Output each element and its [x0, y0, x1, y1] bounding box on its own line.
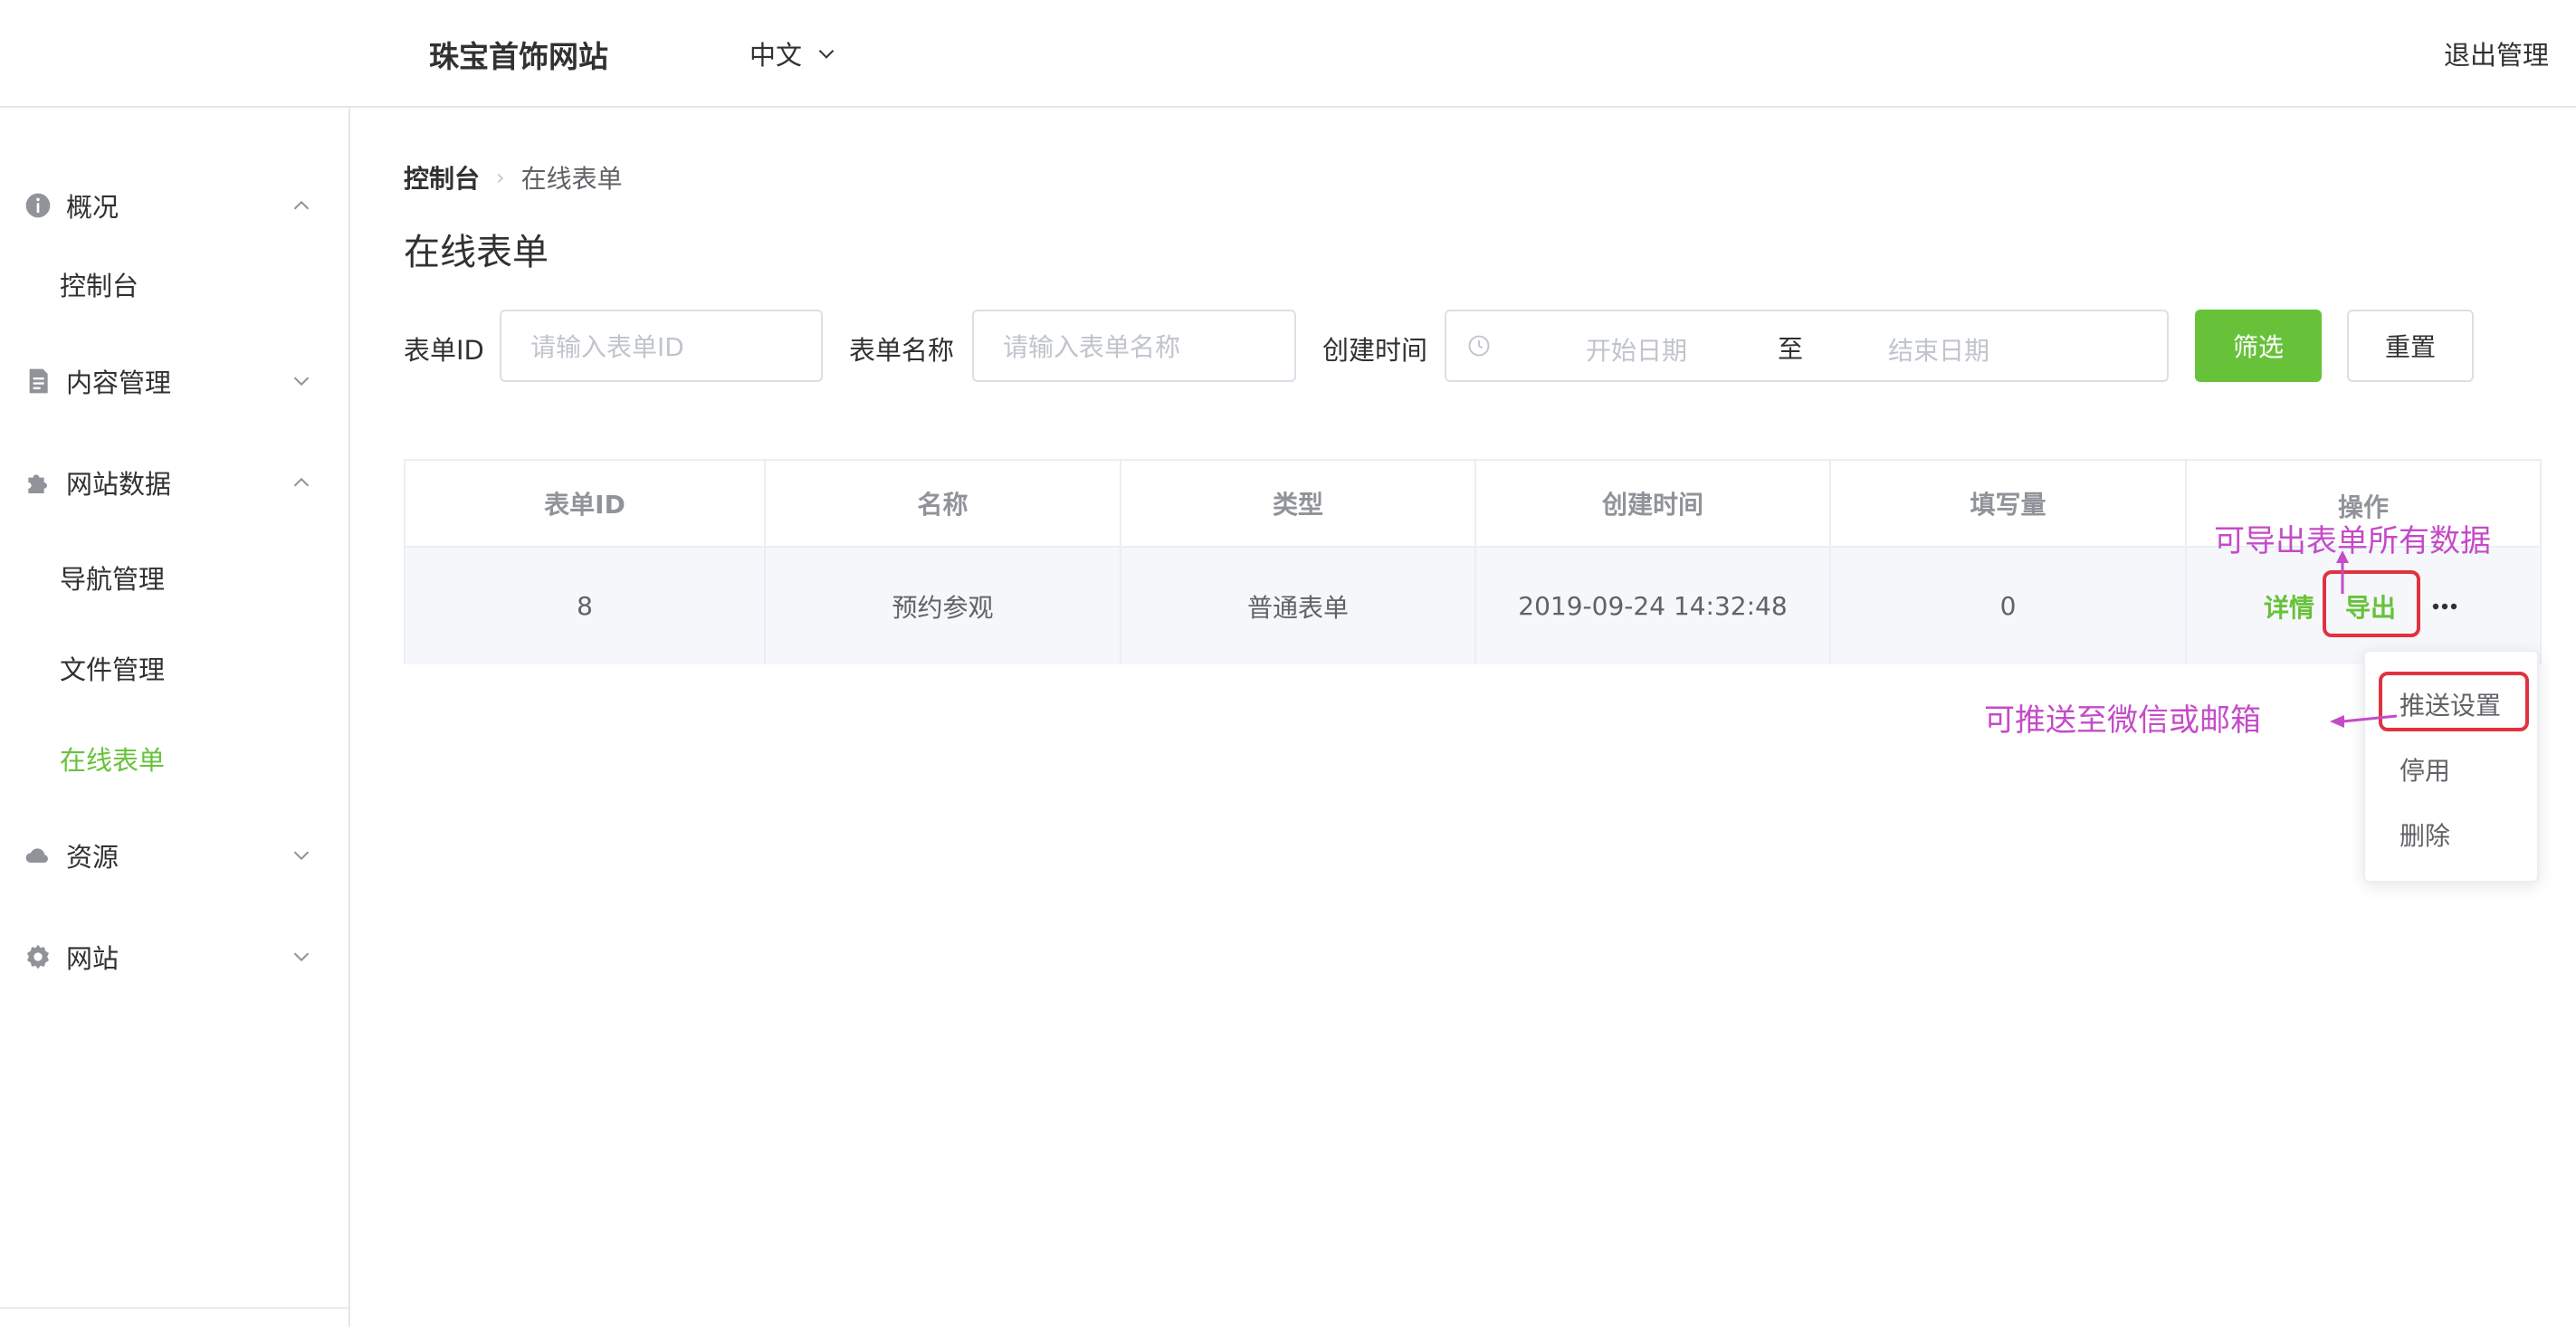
cell-form-type: 普通表单: [1121, 548, 1476, 664]
dropdown-item-delete[interactable]: 删除: [2399, 816, 2450, 853]
column-header[interactable]: 创建时间: [1476, 461, 1831, 546]
sidebar-item-dashboard[interactable]: 控制台: [60, 265, 138, 303]
chevron-up-icon: [293, 200, 310, 210]
detail-link[interactable]: 详情: [2264, 588, 2314, 625]
cell-form-name: 预约参观: [766, 548, 1121, 664]
chevron-up-icon: [293, 477, 310, 487]
sidebar-item-navigation[interactable]: 导航管理: [60, 558, 165, 597]
breadcrumb: 控制台 › 在线表单: [404, 159, 623, 196]
breadcrumb-current: 在线表单: [520, 164, 623, 194]
site-title: 珠宝首饰网站: [429, 39, 608, 74]
document-icon: [29, 368, 48, 394]
sidebar-group-label: 网站: [66, 943, 119, 974]
annotation-push-note: 可推送至微信或邮箱: [1984, 702, 2261, 739]
reset-button[interactable]: 重置: [2347, 310, 2474, 382]
range-separator: 至: [1778, 334, 1804, 364]
sidebar-group-site-data[interactable]: 网站数据: [0, 451, 348, 514]
sidebar: 概况 控制台 内容管理 网站数据 导航管理 文件管理 在线表单 资源 网站: [0, 108, 350, 1327]
column-header[interactable]: 名称: [766, 461, 1121, 546]
cell-form-id: 8: [405, 548, 766, 664]
sidebar-group-label: 资源: [66, 842, 119, 873]
form-name-placeholder: 请输入表单名称: [1003, 332, 1181, 362]
page-title: 在线表单: [404, 232, 549, 273]
sidebar-group-overview[interactable]: 概况: [0, 174, 348, 237]
sidebar-group-label: 网站数据: [66, 469, 172, 500]
date-range-picker[interactable]: 开始日期 至 结束日期: [1445, 310, 2169, 382]
sidebar-group-resources[interactable]: 资源: [0, 824, 348, 887]
created-time-label: 创建时间: [1322, 335, 1428, 366]
language-selector[interactable]: 中文: [749, 34, 838, 72]
sidebar-item-online-forms[interactable]: 在线表单: [60, 740, 165, 778]
more-dots-icon: [2432, 603, 2457, 609]
sidebar-divider: [0, 1307, 348, 1309]
column-header[interactable]: 类型: [1121, 461, 1476, 546]
table-row[interactable]: 8 预约参观 普通表单 2019-09-24 14:32:48 0 详情 导出: [405, 548, 2540, 664]
sidebar-group-label: 内容管理: [66, 368, 172, 398]
puzzle-icon: [28, 474, 47, 493]
push-settings-highlight-box: [2379, 672, 2529, 731]
column-header[interactable]: 表单ID: [405, 461, 766, 546]
form-name-input[interactable]: 请输入表单名称: [972, 310, 1296, 382]
annotation-export-note: 可导出表单所有数据: [2214, 523, 2491, 559]
filter-button[interactable]: 筛选: [2195, 310, 2322, 382]
end-date-input[interactable]: 结束日期: [1888, 331, 1989, 368]
chevron-down-icon: [293, 377, 310, 387]
form-id-placeholder: 请输入表单ID: [530, 332, 684, 362]
language-label: 中文: [749, 40, 803, 71]
cloud-icon: [25, 848, 48, 863]
form-id-label: 表单ID: [404, 335, 484, 366]
more-actions-button[interactable]: [2427, 593, 2463, 620]
chevron-down-icon: [293, 851, 310, 861]
clock-icon: [1468, 335, 1490, 357]
logout-link[interactable]: 退出管理: [2444, 34, 2549, 72]
column-header[interactable]: 填写量: [1831, 461, 2187, 546]
forms-table: 表单ID 名称 类型 创建时间 填写量 操作 8 预约参观 普通表单 2019-…: [404, 459, 2542, 664]
top-header: 珠宝首饰网站 中文 退出管理: [0, 0, 2576, 108]
start-date-input[interactable]: 开始日期: [1586, 331, 1687, 368]
form-id-input[interactable]: 请输入表单ID: [500, 310, 823, 382]
chevron-down-icon: [818, 50, 835, 59]
info-icon: [25, 193, 51, 218]
sidebar-group-label: 概况: [66, 192, 119, 223]
dropdown-item-disable[interactable]: 停用: [2399, 751, 2450, 788]
cell-fill-count: 0: [1831, 548, 2187, 664]
form-name-label: 表单名称: [849, 335, 955, 366]
sidebar-group-content[interactable]: 内容管理: [0, 349, 348, 413]
chevron-down-icon: [293, 952, 310, 962]
cell-created-time: 2019-09-24 14:32:48: [1476, 548, 1831, 664]
export-highlight-box: [2323, 570, 2420, 637]
breadcrumb-separator-icon: ›: [496, 165, 505, 190]
sidebar-group-website[interactable]: 网站: [0, 925, 348, 988]
breadcrumb-home[interactable]: 控制台: [404, 159, 480, 196]
gear-icon: [27, 944, 49, 969]
sidebar-item-files[interactable]: 文件管理: [60, 649, 165, 687]
